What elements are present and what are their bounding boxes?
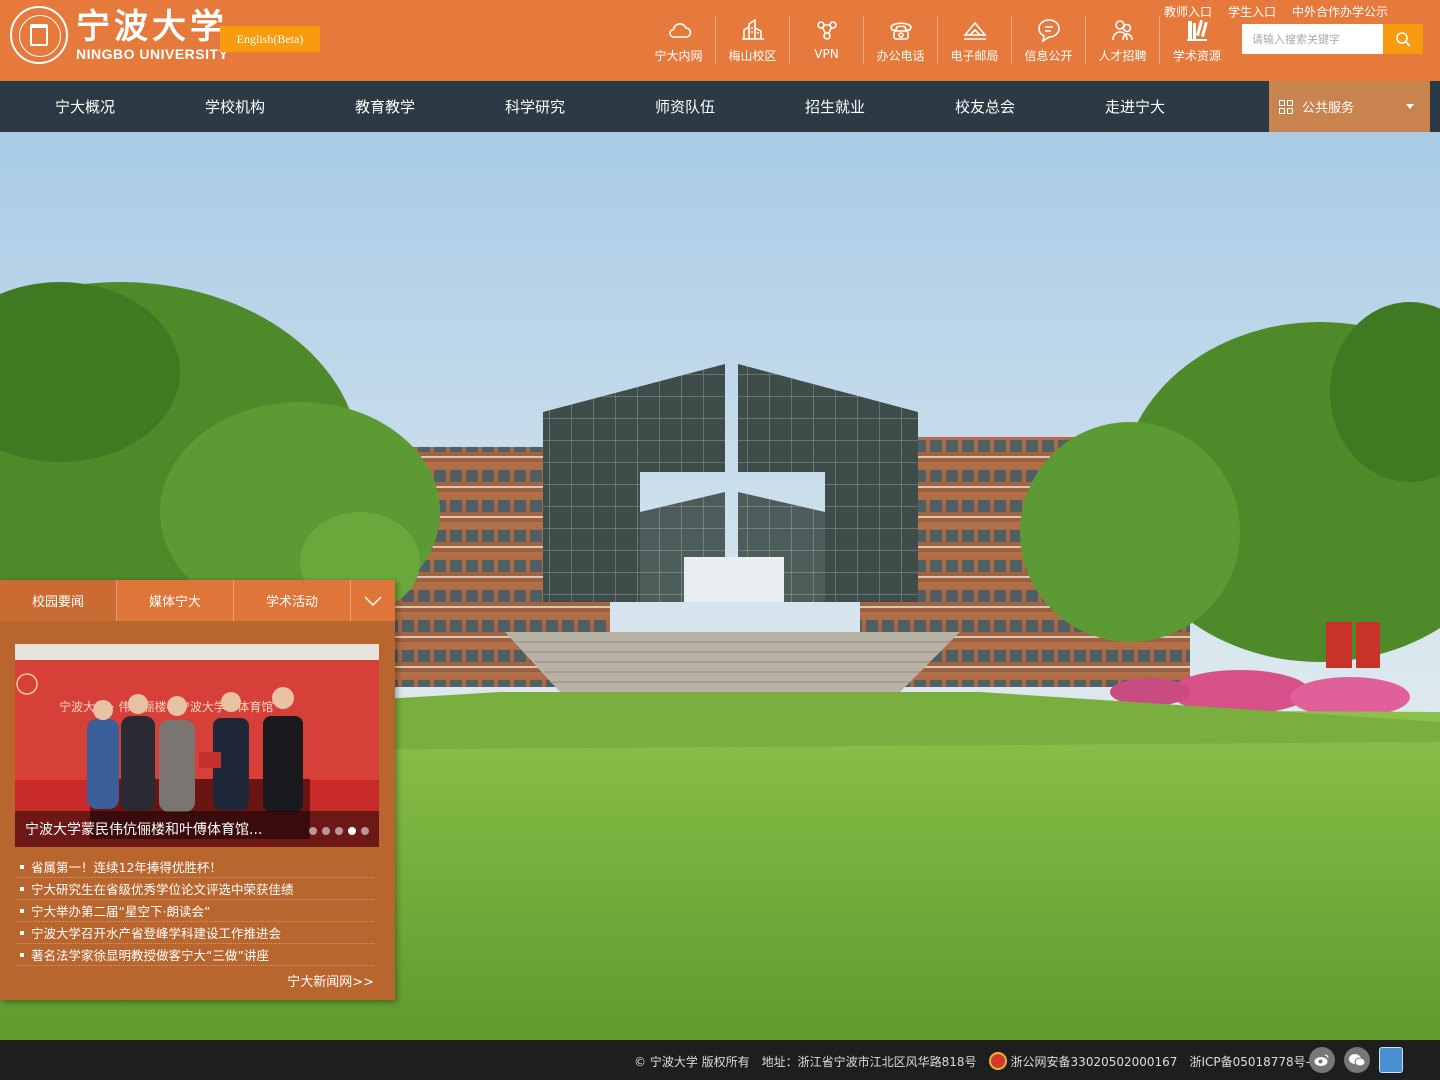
main-navigation: 宁大概况 学校机构 教育教学 科学研究 师资队伍 招生就业 校友总会 走进宁大 … bbox=[0, 81, 1440, 132]
student-portal-link[interactable]: 学生入口 bbox=[1228, 3, 1276, 20]
tab-campus-news[interactable]: 校园要闻 bbox=[0, 580, 117, 621]
nav-item-research[interactable]: 科学研究 bbox=[460, 81, 610, 132]
quick-link-academic-resources[interactable]: 学术资源 bbox=[1160, 16, 1234, 64]
search-input[interactable] bbox=[1242, 24, 1383, 54]
bullet-icon bbox=[20, 908, 24, 913]
mail-send-icon bbox=[962, 21, 987, 40]
slide-dot[interactable] bbox=[322, 827, 330, 835]
university-seal-icon bbox=[10, 6, 68, 64]
quick-link-label: 办公电话 bbox=[876, 49, 925, 63]
footer-copyright: © 宁波大学 版权所有 bbox=[634, 1054, 750, 1069]
cloud-icon bbox=[668, 23, 691, 38]
chat-bubble-icon bbox=[1037, 19, 1060, 43]
footer-police-record[interactable]: 浙公网安备33020502000167 bbox=[1011, 1053, 1178, 1070]
quick-link-info-disclosure[interactable]: 信息公开 bbox=[1012, 16, 1086, 64]
chevron-down-icon bbox=[364, 596, 382, 606]
news-list-item[interactable]: 宁大举办第二届“星空下·朗读会” bbox=[17, 900, 374, 922]
quick-link-recruitment[interactable]: 人才招聘 bbox=[1086, 16, 1160, 64]
quick-links: 宁大内网 梅山校区 VPN 办公电话 电子邮局 信息公开 人才招聘 学术资源 bbox=[642, 16, 1234, 64]
quick-link-label: VPN bbox=[814, 47, 839, 61]
caret-down-icon bbox=[1406, 104, 1414, 109]
quick-link-vpn[interactable]: VPN bbox=[790, 16, 864, 64]
logo-chinese-name: 宁波大学 bbox=[76, 7, 228, 47]
news-tabs: 校园要闻 媒体宁大 学术活动 bbox=[0, 580, 395, 621]
slide-banner-text: 宁波大学 · 伟伉俪楼 · 宁波大学 · 体育馆 bbox=[59, 699, 273, 714]
news-collapse-toggle[interactable] bbox=[351, 580, 395, 621]
teacher-portal-link[interactable]: 教师入口 bbox=[1164, 3, 1212, 20]
bullet-icon bbox=[20, 930, 24, 935]
quick-link-label: 电子邮局 bbox=[950, 49, 999, 63]
bullet-icon bbox=[20, 952, 24, 957]
quick-link-label: 学术资源 bbox=[1172, 49, 1221, 63]
news-title: 宁大举办第二届“星空下·朗读会” bbox=[31, 904, 211, 919]
nav-item-education[interactable]: 教育教学 bbox=[310, 81, 460, 132]
news-title: 宁波大学召开水产省登峰学科建设工作推进会 bbox=[31, 926, 282, 941]
telephone-icon bbox=[889, 22, 912, 40]
news-list-item[interactable]: 宁波大学召开水产省登峰学科建设工作推进会 bbox=[17, 922, 374, 944]
news-title: 宁大研究生在省级优秀学位论文评选中荣获佳绩 bbox=[31, 882, 294, 897]
news-title: 省属第一！连续12年捧得优胜杯！ bbox=[31, 860, 222, 875]
quick-link-email[interactable]: 电子邮局 bbox=[938, 16, 1012, 64]
quick-link-meishan-campus[interactable]: 梅山校区 bbox=[716, 16, 790, 64]
campus-building-icon bbox=[741, 18, 764, 40]
news-more-link[interactable]: 宁大新闻网>> bbox=[287, 971, 374, 990]
public-service-dropdown[interactable]: 公共服务 bbox=[1269, 81, 1430, 132]
footer-social-links bbox=[1309, 1047, 1403, 1073]
top-entry-links: 教师入口 学生入口 中外合作办学公示 bbox=[1164, 3, 1388, 20]
site-header: 宁波大学 NINGBO UNIVERSITY English(Beta) 宁大内… bbox=[0, 0, 1440, 81]
nav-item-about[interactable]: 走进宁大 bbox=[1060, 81, 1210, 132]
quick-link-office-phone[interactable]: 办公电话 bbox=[864, 16, 938, 64]
public-service-label: 公共服务 bbox=[1302, 101, 1355, 116]
slide-dot[interactable] bbox=[335, 827, 343, 835]
nav-item-departments[interactable]: 学校机构 bbox=[160, 81, 310, 132]
footer-address: 地址：浙江省宁波市江北区风华路818号 bbox=[761, 1054, 977, 1069]
slide-dot[interactable] bbox=[361, 827, 369, 835]
weibo-icon[interactable] bbox=[1309, 1047, 1335, 1073]
quick-link-label: 宁大内网 bbox=[654, 49, 703, 63]
wechat-icon[interactable] bbox=[1344, 1047, 1370, 1073]
search-box bbox=[1242, 24, 1423, 54]
news-title: 著名法学家徐显明教授做客宁大“三做”讲座 bbox=[31, 948, 269, 963]
news-list-item[interactable]: 著名法学家徐显明教授做客宁大“三做”讲座 bbox=[17, 944, 374, 966]
news-list-item[interactable]: 省属第一！连续12年捧得优胜杯！ bbox=[17, 856, 374, 878]
quick-link-label: 信息公开 bbox=[1024, 49, 1073, 63]
nav-item-alumni[interactable]: 校友总会 bbox=[910, 81, 1060, 132]
grid-icon bbox=[1279, 99, 1293, 114]
network-nodes-icon bbox=[816, 21, 837, 40]
news-list: 省属第一！连续12年捧得优胜杯！ 宁大研究生在省级优秀学位论文评选中荣获佳绩 宁… bbox=[17, 856, 374, 966]
slide-dot[interactable] bbox=[309, 827, 317, 835]
quick-link-label: 人才招聘 bbox=[1098, 49, 1147, 63]
bullet-icon bbox=[20, 886, 24, 891]
logo-english-name: NINGBO UNIVERSITY bbox=[76, 46, 229, 62]
english-version-button[interactable]: English(Beta) bbox=[220, 26, 320, 52]
news-slideshow[interactable]: 宁波大学 · 伟伉俪楼 · 宁波大学 · 体育馆 宁波大学蒙民伟伉俪楼和叶傅体育… bbox=[15, 644, 379, 847]
quick-link-label: 梅山校区 bbox=[728, 49, 777, 63]
police-badge-icon bbox=[988, 1052, 1007, 1070]
footer-icp[interactable]: 浙ICP备05018778号-1 bbox=[1189, 1053, 1317, 1070]
government-badge-icon[interactable] bbox=[1379, 1047, 1403, 1073]
books-icon bbox=[1187, 19, 1208, 41]
people-icon bbox=[1111, 20, 1133, 41]
news-list-item[interactable]: 宁大研究生在省级优秀学位论文评选中荣获佳绩 bbox=[17, 878, 374, 900]
joint-programs-link[interactable]: 中外合作办学公示 bbox=[1292, 3, 1388, 20]
search-icon bbox=[1396, 32, 1411, 47]
search-button[interactable] bbox=[1383, 24, 1423, 54]
nav-item-admissions[interactable]: 招生就业 bbox=[760, 81, 910, 132]
slide-caption[interactable]: 宁波大学蒙民伟伉俪楼和叶傅体育馆... bbox=[25, 819, 305, 839]
nav-item-overview[interactable]: 宁大概况 bbox=[10, 81, 160, 132]
slide-dot-active[interactable] bbox=[348, 827, 356, 835]
tab-academic-events[interactable]: 学术活动 bbox=[234, 580, 351, 621]
slide-dots bbox=[309, 827, 369, 835]
news-panel: 校园要闻 媒体宁大 学术活动 宁波大学 · 伟伉俪楼 · 宁波大学 · 体育馆 bbox=[0, 580, 395, 1000]
university-logo[interactable]: 宁波大学 NINGBO UNIVERSITY bbox=[10, 6, 228, 64]
site-footer: © 宁波大学 版权所有 地址：浙江省宁波市江北区风华路818号 浙公网安备330… bbox=[0, 1040, 1440, 1080]
bullet-icon bbox=[20, 864, 24, 869]
quick-link-intranet[interactable]: 宁大内网 bbox=[642, 16, 716, 64]
nav-item-faculty[interactable]: 师资队伍 bbox=[610, 81, 760, 132]
tab-media-coverage[interactable]: 媒体宁大 bbox=[117, 580, 234, 621]
